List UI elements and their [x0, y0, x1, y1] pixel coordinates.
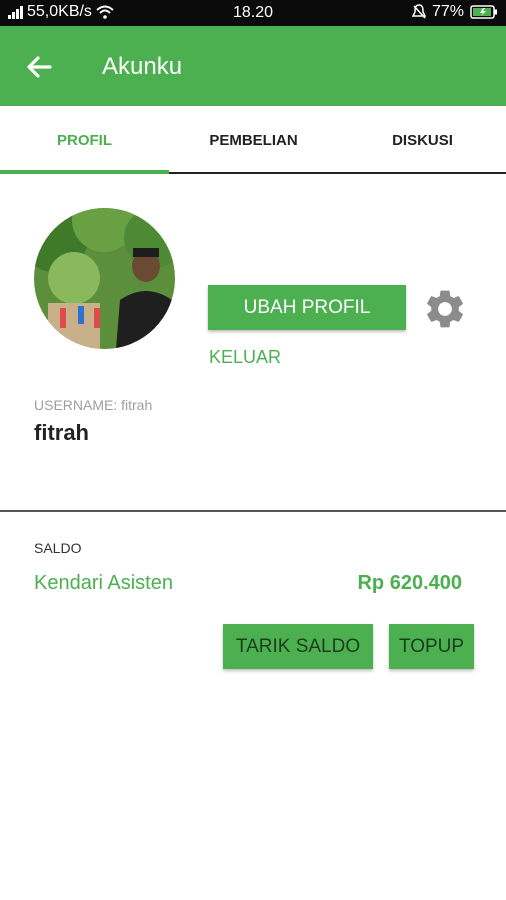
tab-pembelian[interactable]: PEMBELIAN [169, 106, 338, 174]
topup-button[interactable]: TOPUP [389, 624, 474, 669]
saldo-amount: Rp 620.400 [357, 572, 462, 594]
gear-icon[interactable] [422, 286, 468, 332]
withdraw-button[interactable]: TARIK SALDO [223, 624, 373, 669]
avatar[interactable] [34, 208, 175, 349]
edit-profile-button[interactable]: UBAH PROFIL [208, 285, 406, 330]
tab-indicator [0, 170, 169, 174]
battery-percent: 77% [431, 3, 464, 20]
page-title: Akunku [102, 53, 183, 80]
username-value: fitrah [34, 420, 89, 445]
battery-icon [470, 5, 497, 19]
section-divider [0, 510, 506, 512]
alarm-icon [411, 4, 426, 19]
tab-bar: PROFIL PEMBELIAN DISKUSI [0, 106, 506, 174]
status-right: 77% [411, 3, 498, 21]
tab-diskusi[interactable]: DISKUSI [338, 106, 506, 174]
saldo-account-name: Kendari Asisten [34, 572, 173, 594]
app-bar: Akunku [0, 26, 506, 106]
avatar-photo [34, 208, 175, 349]
arrow-left-icon[interactable] [22, 50, 56, 84]
username-label: USERNAME: fitrah [34, 397, 153, 413]
logout-link[interactable]: KELUAR [209, 347, 281, 368]
tab-profil[interactable]: PROFIL [0, 106, 169, 174]
saldo-label: SALDO [34, 540, 82, 556]
status-bar: 55,0KB/s 18.20 77% [0, 0, 506, 26]
